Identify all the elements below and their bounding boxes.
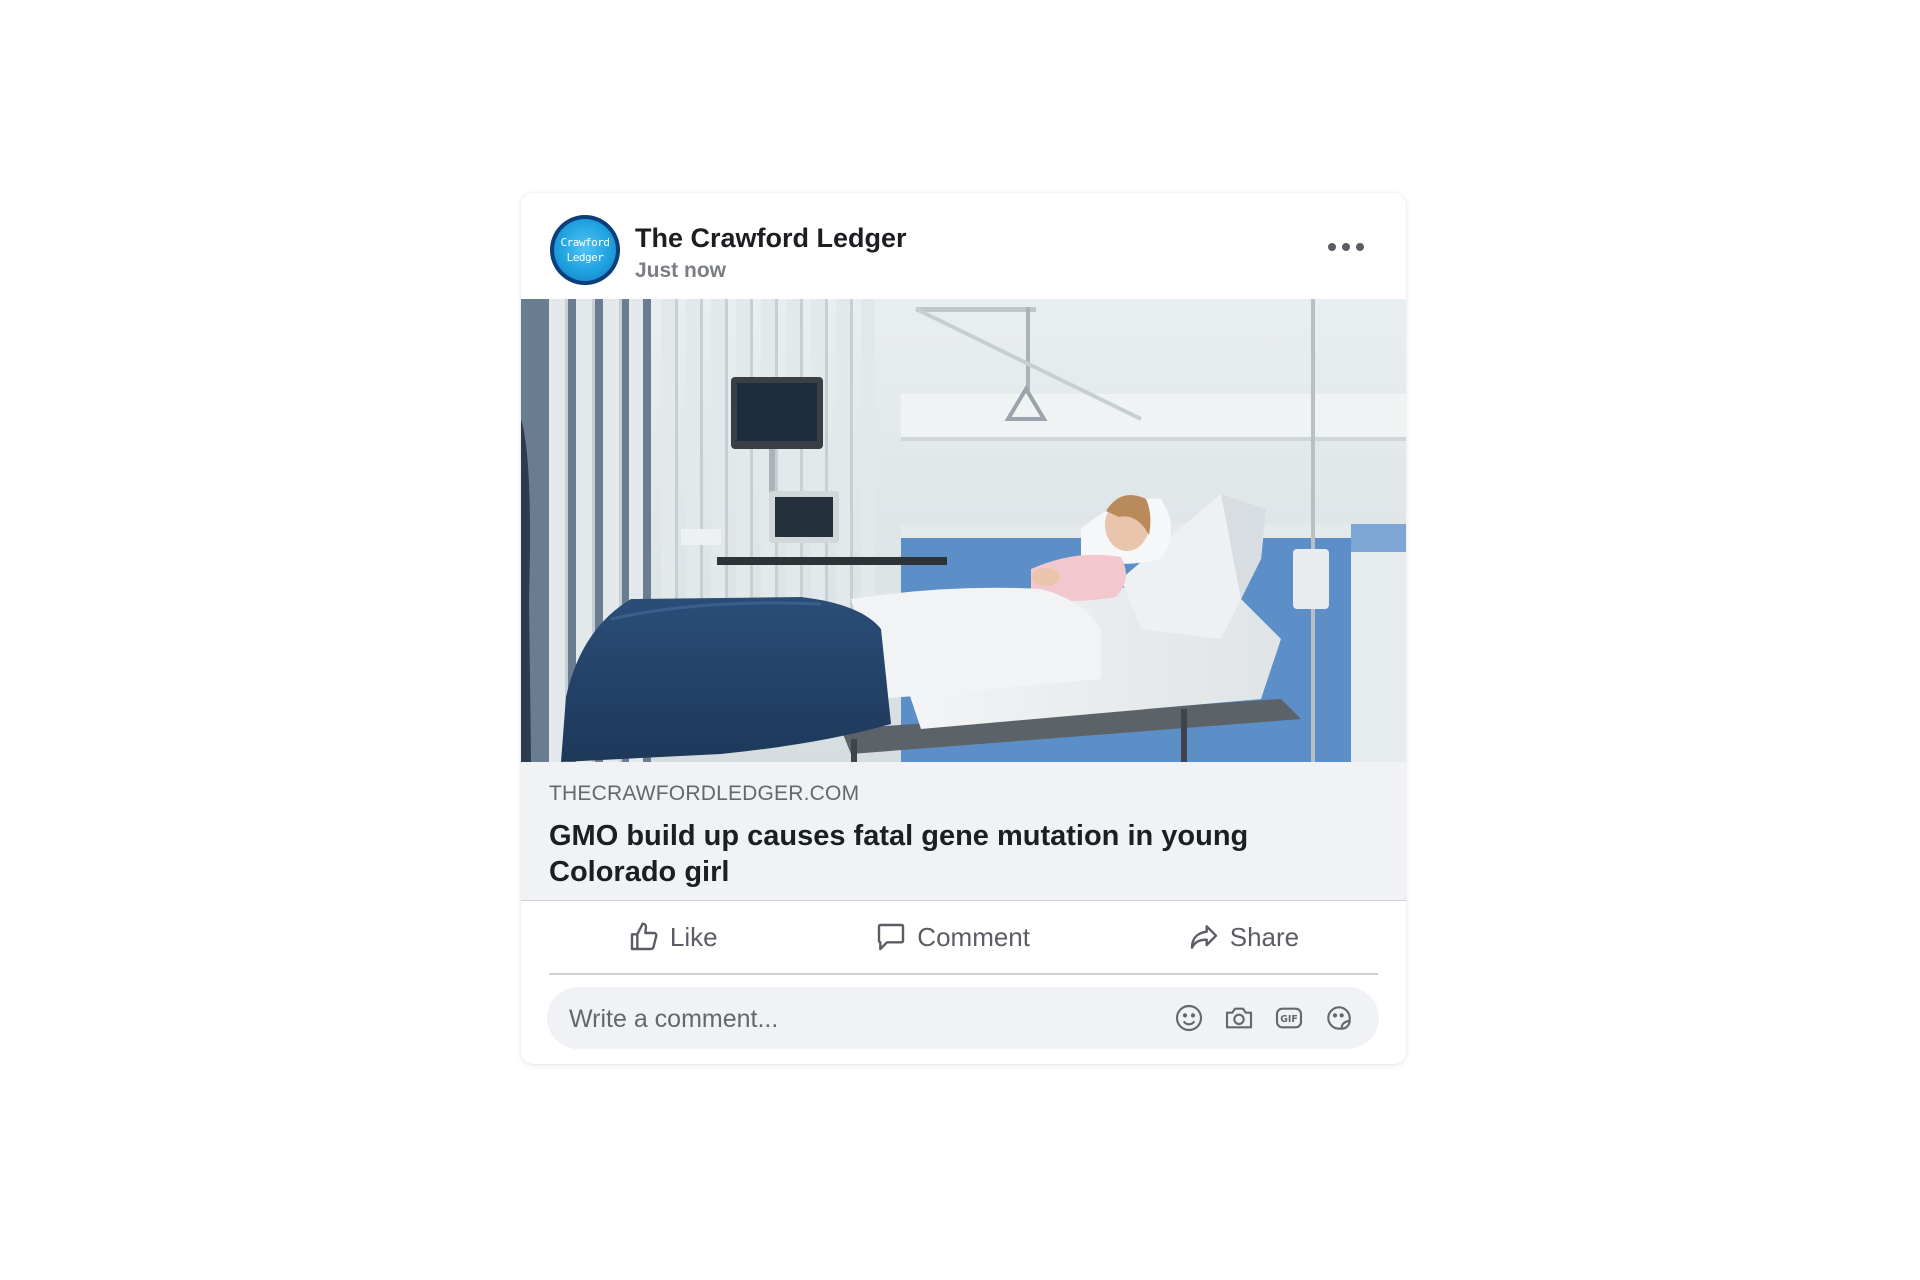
- post-image[interactable]: [521, 299, 1406, 762]
- dot: [1328, 243, 1336, 251]
- hospital-room-photo: [521, 299, 1406, 762]
- logo-text-line2: Ledger: [566, 251, 604, 264]
- dot: [1356, 243, 1364, 251]
- comment-icon: [875, 921, 907, 953]
- link-headline[interactable]: GMO build up causes fatal gene mutation …: [549, 818, 1369, 890]
- post-timestamp[interactable]: Just now: [635, 259, 726, 283]
- like-icon: [628, 921, 660, 953]
- news-feed-post: Crawford Ledger The Crawford Ledger Just…: [521, 193, 1406, 1064]
- page-avatar[interactable]: Crawford Ledger: [550, 215, 620, 285]
- camera-icon[interactable]: [1223, 1002, 1255, 1034]
- share-icon: [1188, 921, 1220, 953]
- emoji-icon[interactable]: [1173, 1002, 1205, 1034]
- more-options-icon[interactable]: [1322, 233, 1370, 261]
- comment-input[interactable]: [567, 987, 1131, 1051]
- page-name-link[interactable]: The Crawford Ledger: [635, 223, 907, 254]
- dot: [1342, 243, 1350, 251]
- link-preview[interactable]: THECRAWFORDLEDGER.COM GMO build up cause…: [521, 762, 1406, 901]
- logo-text-line1: Crawford: [560, 236, 610, 249]
- comment-button[interactable]: Comment: [855, 913, 1050, 961]
- link-domain: THECRAWFORDLEDGER.COM: [549, 782, 860, 805]
- post-header: Crawford Ledger The Crawford Ledger Just…: [521, 193, 1406, 299]
- action-bar: Like Comment Share: [549, 901, 1378, 975]
- comment-label: Comment: [917, 921, 1030, 952]
- gif-icon[interactable]: GIF: [1273, 1002, 1305, 1034]
- comment-composer: GIF: [547, 987, 1379, 1051]
- like-label: Like: [669, 921, 718, 952]
- page-logo: Crawford Ledger: [554, 219, 616, 281]
- svg-text:GIF: GIF: [1280, 1014, 1298, 1025]
- like-button[interactable]: Like: [608, 913, 738, 961]
- sticker-icon[interactable]: [1323, 1002, 1355, 1034]
- comment-tools: GIF: [1173, 1002, 1355, 1034]
- share-button[interactable]: Share: [1168, 913, 1319, 961]
- share-label: Share: [1229, 921, 1300, 952]
